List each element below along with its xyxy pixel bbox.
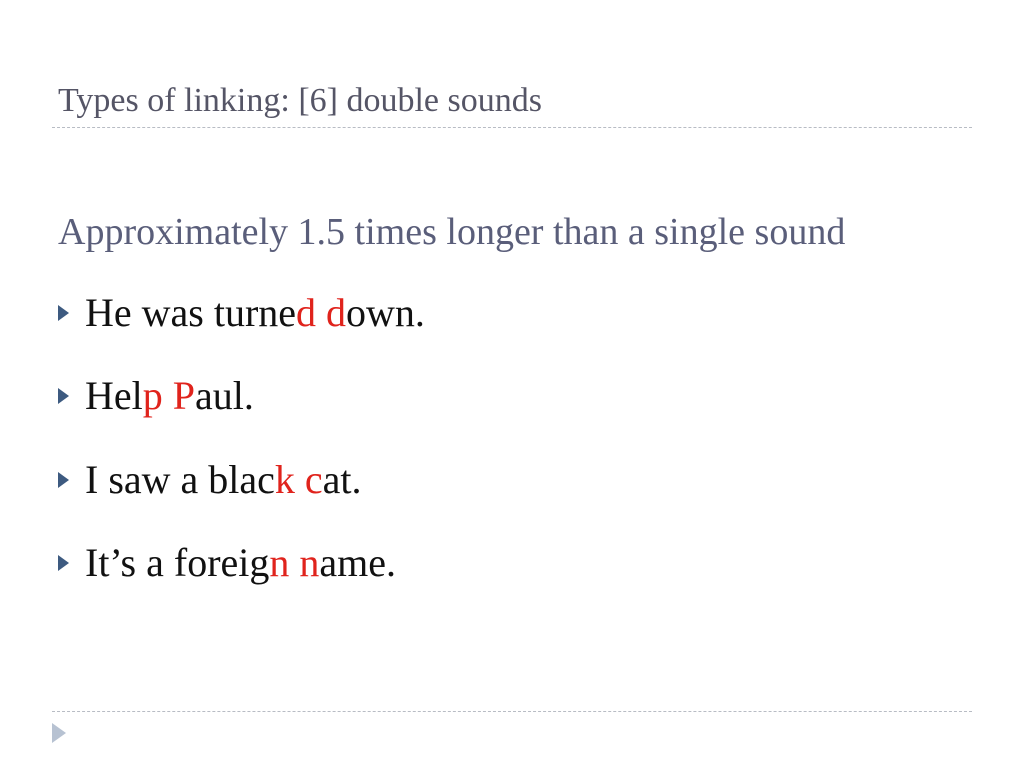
- linked-sound-start: d: [326, 290, 347, 335]
- linked-sound-start: n: [299, 540, 320, 585]
- example-item: It’s a foreign name.: [58, 538, 396, 588]
- slide-title: Types of linking: [6] double sounds: [58, 82, 542, 119]
- word-gap: [316, 290, 326, 335]
- example-item: He was turned down.: [58, 288, 425, 338]
- example-text-rest: at.: [322, 457, 362, 502]
- bullet-arrow-icon: [58, 471, 69, 488]
- example-item: Help Paul.: [58, 371, 254, 421]
- bullet-arrow-icon: [58, 554, 69, 571]
- bullet-arrow-icon: [58, 387, 69, 404]
- word-gap: [289, 540, 299, 585]
- slide-subtitle: Approximately 1.5 times longer than a si…: [58, 211, 846, 253]
- example-text: Hel: [85, 373, 143, 418]
- word-gap: [163, 373, 173, 418]
- example-text: It’s a foreig: [85, 540, 270, 585]
- linked-sound-end: p: [142, 373, 163, 418]
- word-gap: [295, 457, 305, 502]
- linked-sound-start: P: [172, 373, 196, 418]
- slide: Types of linking: [6] double sounds Appr…: [0, 0, 1024, 768]
- bullet-arrow-icon: [58, 304, 69, 321]
- title-divider: [52, 127, 972, 128]
- example-item: I saw a black cat.: [58, 455, 362, 505]
- linked-sound-end: d: [296, 290, 317, 335]
- example-text-rest: aul.: [195, 373, 254, 418]
- example-text: I saw a blac: [85, 457, 275, 502]
- linked-sound-end: n: [269, 540, 290, 585]
- example-text-rest: ame.: [319, 540, 396, 585]
- linked-sound-end: k: [274, 457, 295, 502]
- triangle-right-icon[interactable]: [52, 723, 66, 743]
- example-text-rest: own.: [346, 290, 425, 335]
- linked-sound-start: c: [304, 457, 323, 502]
- footer-divider: [52, 711, 972, 712]
- example-text: He was turne: [85, 290, 297, 335]
